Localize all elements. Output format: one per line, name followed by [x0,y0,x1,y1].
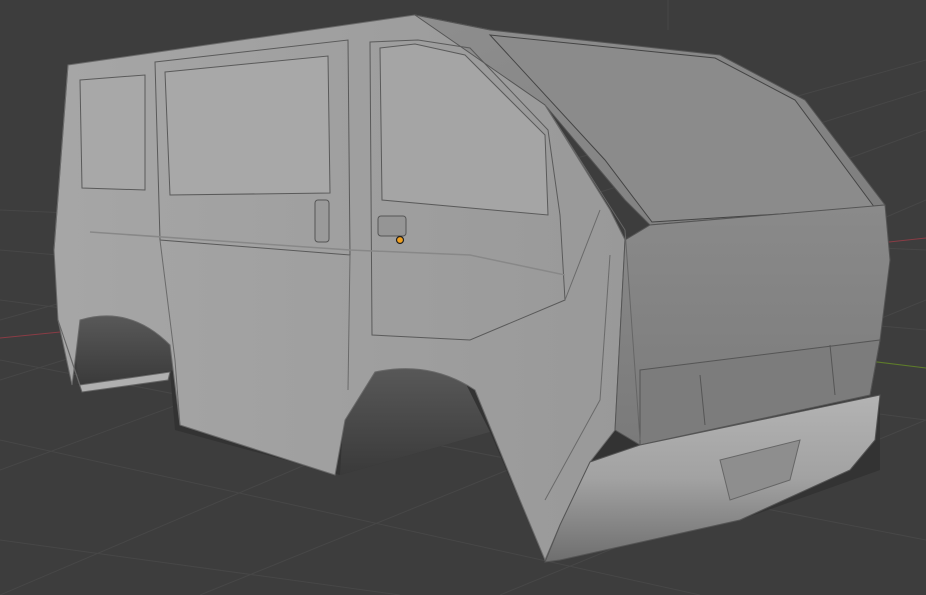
3d-viewport[interactable] [0,0,926,595]
sliding-door-handle [314,199,330,243]
viewport-canvas[interactable] [0,0,926,595]
front-door-handle [377,215,407,237]
object-origin-marker[interactable] [395,235,405,245]
rear-side-window [79,74,146,191]
sliding-door-window [164,55,331,196]
